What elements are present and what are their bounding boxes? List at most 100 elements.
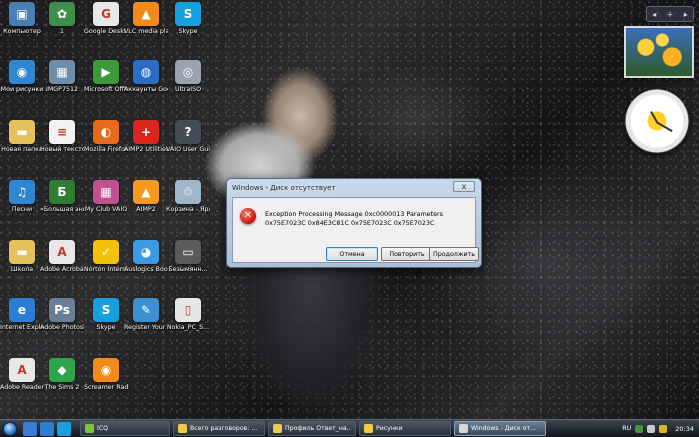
desktop-icon-label: Мои рисунки xyxy=(0,86,44,93)
desktop-icon[interactable]: ◉ Screamer Radio xyxy=(84,358,128,392)
norton-icon: ✓ xyxy=(93,240,119,264)
firefox-icon: ◐ xyxy=(93,120,119,144)
desktop-icon[interactable]: G Google Deskt... xyxy=(84,2,128,36)
taskbar-button-label: ICQ xyxy=(97,425,109,432)
skype-quicklaunch-icon[interactable] xyxy=(57,421,71,436)
taskbar-app-icon xyxy=(273,424,282,433)
desktop-icon[interactable]: ◍ Аккаунты Google xyxy=(124,60,168,94)
google-earth-icon: ◍ xyxy=(133,60,159,84)
task-list: ICQ Всего разговоров: ... Профиль Ответ_на… xyxy=(77,421,546,436)
show-desktop-icon[interactable] xyxy=(23,421,37,436)
desktop-icon-label: Adobe Reader 9 xyxy=(0,384,44,391)
help-icon: ? xyxy=(175,120,201,144)
retry-button[interactable]: Повторить xyxy=(381,247,433,261)
taskbar-app-icon xyxy=(459,424,468,433)
vlc-icon: ▲ xyxy=(133,2,159,26)
desktop-icon-label: AIMP2 Utilities xyxy=(124,146,168,153)
desktop-icon[interactable]: ♫ Песни xyxy=(0,180,44,214)
folder-icon: ▬ xyxy=(9,120,35,144)
desktop-icon-label: Norton Intern... xyxy=(84,266,128,273)
desktop-icon-label: Компьютер xyxy=(3,28,41,35)
register-icon: ✎ xyxy=(133,298,159,322)
desktop-icon[interactable]: A Adobe Reader 9 xyxy=(0,358,44,392)
continue-button[interactable]: Продолжить xyxy=(429,247,479,261)
dialog-body: ✕ Exception Processing Message 0xc000001… xyxy=(232,197,479,263)
desktop-icon[interactable]: ✎ Register Your VAIO xyxy=(124,298,168,332)
gadget-next-icon[interactable]: ▸ xyxy=(684,10,688,19)
desktop-icon-label: IMGP7512 xyxy=(46,86,78,93)
desktop-icon-label: UltraISO xyxy=(174,86,202,93)
desktop-icon-label: Аккаунты Google xyxy=(124,86,168,93)
dialog-titlebar[interactable]: Windows - Диск отсутствует x xyxy=(227,179,481,196)
desktop-icon[interactable]: ✓ Norton Intern... xyxy=(84,240,128,274)
desktop-icon[interactable]: ≡ Новый текстов... xyxy=(40,120,84,154)
desktop-icon-label: Mozilla Firefox xyxy=(84,146,128,153)
desktop-icon-label: Auslogics BoostSpeed xyxy=(124,266,168,273)
taskbar-button[interactable]: Всего разговоров: ... xyxy=(173,421,265,436)
taskbar-button[interactable]: Windows - Диск от... xyxy=(454,421,546,436)
folder-icon: ▬ xyxy=(9,240,35,264)
desktop-icon[interactable]: + AIMP2 Utilities xyxy=(124,120,168,154)
desktop-icon[interactable]: ? VAIO User Guide xyxy=(166,120,210,154)
network-icon[interactable] xyxy=(635,424,644,433)
volume-icon[interactable] xyxy=(647,424,656,433)
desktop-icon[interactable]: ◉ Мои рисунки xyxy=(0,60,44,94)
reader-icon: A xyxy=(9,358,35,382)
ie-quicklaunch-icon[interactable] xyxy=(40,421,54,436)
start-button[interactable] xyxy=(0,420,20,437)
desktop-icon-label: Безымянн... xyxy=(168,266,208,273)
desktop-icon-label: Песни xyxy=(11,206,33,213)
taskbar-app-icon xyxy=(178,424,187,433)
gadget-add-icon[interactable]: + xyxy=(667,10,674,19)
desktop-icon[interactable]: ▯ Nokia_PC_S... xyxy=(166,298,210,332)
clock-time[interactable]: 20:34 xyxy=(675,425,694,433)
boostspeed-icon: ◕ xyxy=(133,240,159,264)
desktop-icon[interactable]: ◐ Mozilla Firefox xyxy=(84,120,128,154)
close-button[interactable]: x xyxy=(453,181,475,192)
desktop-icon[interactable]: ◆ The Sims 2 xyxy=(40,358,84,392)
slideshow-gadget[interactable] xyxy=(624,26,694,78)
club-vaio-icon: ▦ xyxy=(93,180,119,204)
desktop-icon[interactable]: ▬ Школа xyxy=(0,240,44,274)
desktop-icon[interactable]: ▦ My Club VAIO xyxy=(84,180,128,214)
taskbar-button-label: Рисунки xyxy=(376,425,403,432)
cancel-button[interactable]: Отмена xyxy=(326,247,378,261)
desktop-icon[interactable]: e Internet Explorer xyxy=(0,298,44,332)
desktop-icon[interactable]: ▲ VLC media player xyxy=(124,2,168,36)
desktop-icon[interactable]: ▭ Безымянн... xyxy=(166,240,210,274)
desktop-icon[interactable]: ◕ Auslogics BoostSpeed xyxy=(124,240,168,274)
gadget-toolbar[interactable]: ◂ + ▸ xyxy=(646,6,694,22)
photoshop-icon: Ps xyxy=(49,298,75,322)
desktop-icon[interactable]: A Adobe Acroba... xyxy=(40,240,84,274)
desktop-icon[interactable]: ▶ Microsoft Office - 60... xyxy=(84,60,128,94)
desktop-icon-label: Nokia_PC_S... xyxy=(166,324,210,331)
desktop-icon[interactable]: ▦ IMGP7512 xyxy=(40,60,84,94)
desktop-icon[interactable]: ▲ AIMP2 xyxy=(124,180,168,214)
desktop-icon[interactable]: S Skype xyxy=(84,298,128,332)
office-icon: ▶ xyxy=(93,60,119,84)
desktop-icon[interactable]: ✿ 1 xyxy=(40,2,84,36)
gadget-prev-icon[interactable]: ◂ xyxy=(652,10,656,19)
language-indicator[interactable]: RU xyxy=(622,425,631,432)
google-desktop-icon: G xyxy=(93,2,119,26)
taskbar-button[interactable]: Профиль Ответ_на... xyxy=(268,421,356,436)
taskbar-app-icon xyxy=(85,424,94,433)
desktop-icon[interactable]: ◎ UltraISO xyxy=(166,60,210,94)
taskbar-button-label: Windows - Диск от... xyxy=(471,425,537,432)
desktop-icon[interactable]: Ps Adobe Photosh... xyxy=(40,298,84,332)
desktop-icon[interactable]: ▣ Компьютер xyxy=(0,2,44,36)
desktop-icon[interactable]: ▬ Новая папка xyxy=(0,120,44,154)
error-icon: ✕ xyxy=(240,208,256,224)
acrobat-icon: A xyxy=(49,240,75,264)
battery-icon[interactable] xyxy=(659,424,668,433)
nokia-icon: ▯ xyxy=(175,298,201,322)
desktop-icon[interactable]: S Skype xyxy=(166,2,210,36)
taskbar-button[interactable]: Рисунки xyxy=(359,421,451,436)
desktop-icon-label: Adobe Acroba... xyxy=(40,266,84,273)
skype-icon: S xyxy=(175,2,201,26)
desktop-icon[interactable]: Б «Большая энциклоп... xyxy=(40,180,84,214)
pictures-folder-icon: ◉ xyxy=(9,60,35,84)
taskbar-button[interactable]: ICQ xyxy=(80,421,170,436)
ie-icon: e xyxy=(9,298,35,322)
desktop-icon[interactable]: ♲ Корзина - Ярлык xyxy=(166,180,210,214)
